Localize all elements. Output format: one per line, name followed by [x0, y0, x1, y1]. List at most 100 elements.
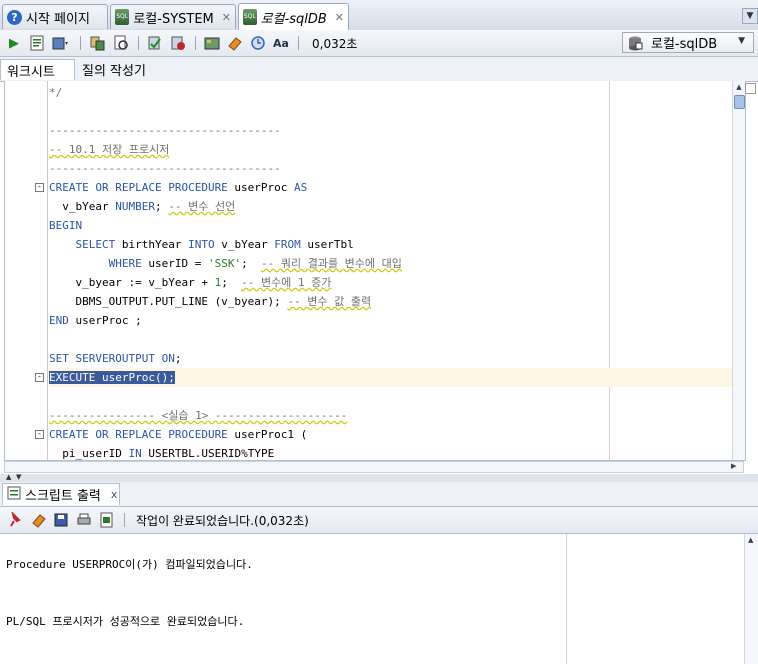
code-line[interactable]: SELECT birthYear INTO v_bYear FROM userT… [49, 235, 732, 254]
code-token: */ [49, 86, 63, 99]
code-token: v_bYear [49, 200, 116, 213]
scroll-right-icon[interactable]: ▶ [731, 462, 736, 470]
code-token: INTO [188, 238, 215, 251]
sql-tuning-icon[interactable] [203, 34, 221, 52]
code-line[interactable]: CREATE OR REPLACE PROCEDURE userProc1 ( [49, 425, 732, 444]
scroll-thumb[interactable] [734, 95, 745, 109]
code-token: userID = [141, 257, 208, 270]
panel-splitter[interactable]: ▲ ▼ [0, 473, 758, 482]
tab-worksheet[interactable]: 워크시트 [0, 59, 75, 80]
code-token: ----------------------------------- [49, 162, 281, 175]
fold-toggle-icon[interactable]: - [35, 430, 44, 439]
close-tab-icon[interactable]: ✕ [222, 11, 231, 24]
code-line[interactable]: DBMS_OUTPUT.PUT_LINE (v_byear); -- 변수 값 … [49, 292, 732, 311]
output-panel-tabs: 스크립트 출력 x [0, 482, 758, 507]
code-token: -- 변수 값 출력 [287, 295, 372, 308]
save-icon[interactable] [52, 511, 70, 529]
run-script-icon[interactable] [28, 34, 46, 52]
code-line[interactable]: v_bYear NUMBER; -- 변수 선언 [49, 197, 732, 216]
code-token: CREATE OR REPLACE PROCEDURE [49, 181, 228, 194]
code-line[interactable]: END userProc ; [49, 311, 732, 330]
code-token: CREATE OR REPLACE PROCEDURE [49, 428, 228, 441]
code-line[interactable]: v_byear := v_bYear + 1; -- 변수에 1 증가 [49, 273, 732, 292]
sql-editor[interactable]: - - - */ ----------------------------------… [4, 81, 746, 461]
commit-dropdown-icon[interactable] [52, 34, 70, 52]
code-token: userProc ; [68, 314, 142, 327]
fold-toggle-icon[interactable]: - [35, 183, 44, 192]
run-statement-icon[interactable]: ▶ [5, 34, 23, 52]
worksheet-subtabs: 워크시트 질의 작성기 [0, 57, 758, 82]
code-token: userProc [227, 181, 295, 194]
code-token: -- 쿼리 결과를 변수에 대입 [260, 257, 402, 270]
close-tab-icon[interactable]: x [111, 488, 118, 501]
sql-worksheet-icon: SQL [115, 9, 130, 25]
tab-script-output[interactable]: 스크립트 출력 x [2, 483, 120, 505]
help-icon: ? [7, 9, 22, 25]
connection-selector[interactable]: 로컬-sqlDB ▼ [622, 32, 754, 53]
code-token: 'SSK' [207, 257, 242, 270]
explain-plan-icon[interactable] [88, 34, 106, 52]
code-token: SET SERVEROUTPUT ON [49, 352, 175, 365]
code-token: WHERE [108, 257, 142, 270]
code-line[interactable]: -- 10.1 저장 프로시저 [49, 140, 732, 159]
output-vertical-scrollbar[interactable]: ▲ [744, 534, 758, 664]
code-token: DBMS_OUTPUT.PUT_LINE (v_byear); [49, 295, 288, 308]
tab-local-system[interactable]: SQL 로컬-SYSTEM ✕ [110, 4, 236, 29]
code-token: USERTBL.USERID%TYPE [141, 447, 275, 460]
export-icon[interactable] [98, 511, 116, 529]
code-token: userTbl [300, 238, 354, 251]
chevron-down-icon: ▼ [738, 36, 745, 46]
code-line[interactable]: */ [49, 83, 732, 102]
scroll-up-icon[interactable]: ▲ [734, 83, 744, 91]
autotrace-icon[interactable] [112, 34, 130, 52]
tab-label: 로컬-sqlDB [260, 11, 327, 27]
code-token: IN [128, 447, 142, 460]
fold-toggle-icon[interactable]: - [35, 373, 44, 382]
tab-query-builder[interactable]: 질의 작성기 [76, 59, 156, 80]
code-token: ; [241, 257, 261, 270]
tab-list-dropdown-icon[interactable]: ▼ [742, 8, 758, 24]
print-icon[interactable] [75, 511, 93, 529]
code-line[interactable]: BEGIN [49, 216, 732, 235]
code-line[interactable]: ----------------------------------- [49, 121, 732, 140]
script-output-area[interactable]: Procedure USERPROC이(가) 컴파일되었습니다. PL/SQL … [0, 534, 758, 664]
pin-icon[interactable] [6, 511, 24, 529]
code-token: -- 변수 선언 [168, 200, 236, 213]
close-tab-icon[interactable]: ✕ [335, 11, 344, 24]
rollback-icon[interactable] [169, 34, 187, 52]
code-token: ; [154, 200, 169, 213]
history-icon[interactable] [249, 34, 267, 52]
code-token: ; [174, 352, 182, 365]
output-line: PL/SQL 프로시저가 성공적으로 완료되었습니다. [6, 615, 245, 628]
code-token: userProc1 ( [227, 428, 308, 441]
eraser-icon[interactable] [30, 511, 48, 529]
code-line[interactable]: SET SERVEROUTPUT ON; [49, 349, 732, 368]
tab-local-sqldb[interactable]: SQL 로컬-sqlDB ✕ [238, 3, 349, 30]
tab-start-page[interactable]: ? 시작 페이지 [2, 4, 108, 29]
code-line[interactable]: CREATE OR REPLACE PROCEDURE userProc AS [49, 178, 732, 197]
collapse-down-icon[interactable]: ▼ [16, 473, 21, 481]
scroll-up-icon[interactable]: ▲ [748, 536, 753, 544]
commit-icon[interactable] [146, 34, 164, 52]
code-token: ; [221, 276, 242, 289]
code-line[interactable] [49, 387, 732, 406]
code-line[interactable]: WHERE userID = 'SSK'; -- 쿼리 결과를 변수에 대입 [49, 254, 732, 273]
editor-gutter: - - - [5, 81, 48, 460]
eraser-icon[interactable] [226, 34, 244, 52]
code-line[interactable]: EXECUTE userProc(); [49, 368, 732, 387]
collapse-up-icon[interactable]: ▲ [6, 473, 11, 481]
sql-worksheet-icon: SQL [243, 9, 257, 25]
output-toolbar: 작업이 완료되었습니다.(0,032초) [0, 507, 758, 534]
code-line[interactable]: pi_userID IN USERTBL.USERID%TYPE [49, 444, 732, 460]
editor-horizontal-scrollbar[interactable]: ▶ [4, 461, 744, 473]
format-icon[interactable]: Aa [272, 34, 290, 52]
editor-vertical-scrollbar[interactable]: ▲ [732, 81, 745, 460]
code-line[interactable] [49, 102, 732, 121]
code-line[interactable]: ----------------------------------- [49, 159, 732, 178]
code-token: FROM [274, 238, 301, 251]
code-line[interactable]: ---------------- <실습 1> ----------------… [49, 406, 732, 425]
tab-label: 시작 페이지 [26, 11, 90, 27]
code-line[interactable] [49, 330, 732, 349]
